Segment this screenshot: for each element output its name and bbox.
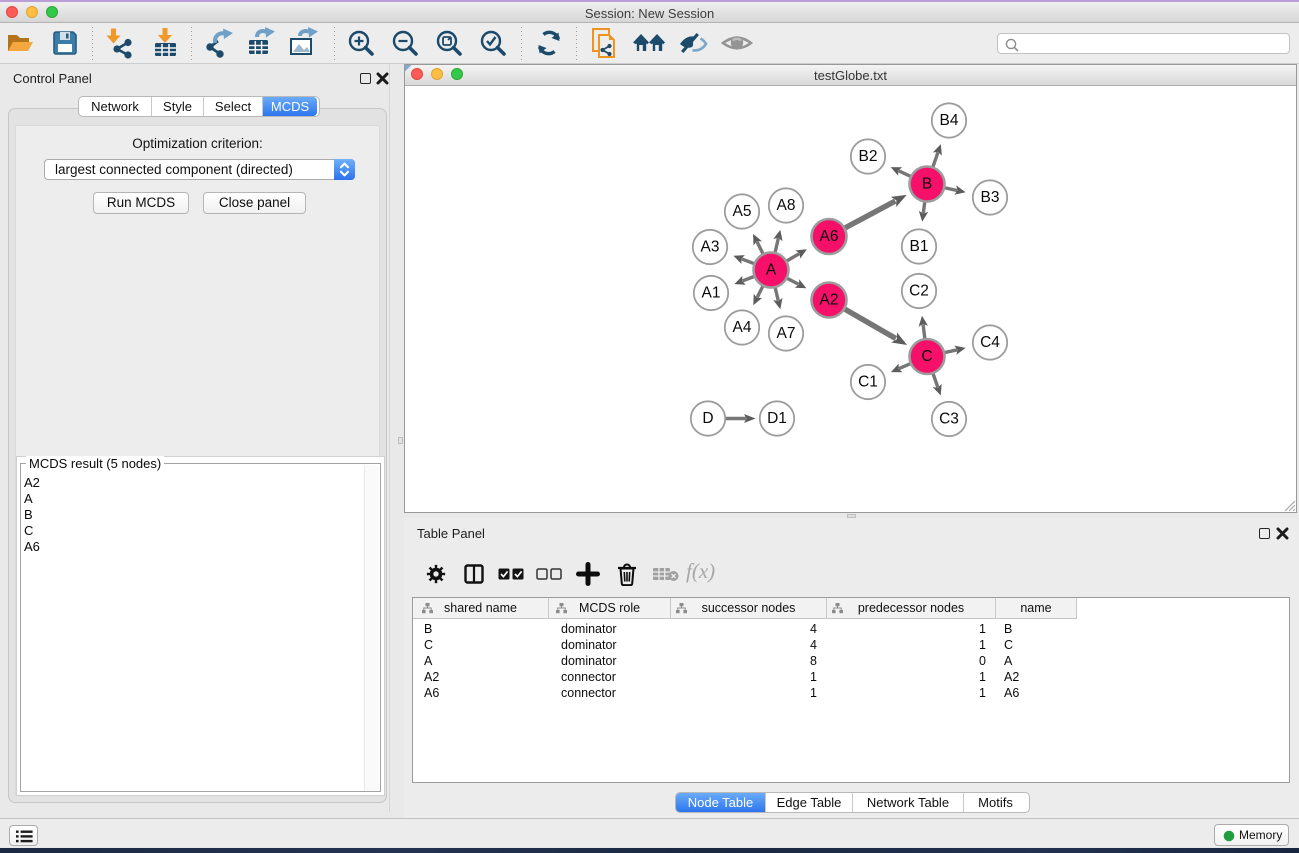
svg-text:A2: A2 xyxy=(820,292,839,309)
svg-text:B4: B4 xyxy=(940,112,959,129)
svg-text:C: C xyxy=(921,348,932,365)
svg-text:C2: C2 xyxy=(909,283,929,300)
svg-text:A4: A4 xyxy=(733,319,752,336)
svg-text:B3: B3 xyxy=(981,189,1000,206)
svg-text:B: B xyxy=(922,176,932,193)
svg-text:C3: C3 xyxy=(939,411,959,428)
svg-text:A5: A5 xyxy=(733,203,752,220)
svg-text:C4: C4 xyxy=(980,334,1000,351)
svg-text:A1: A1 xyxy=(702,285,721,302)
svg-text:A6: A6 xyxy=(820,228,839,245)
svg-text:A7: A7 xyxy=(777,325,796,342)
svg-text:A3: A3 xyxy=(701,239,720,256)
svg-text:D: D xyxy=(702,410,713,427)
svg-text:B1: B1 xyxy=(910,238,929,255)
svg-text:B2: B2 xyxy=(859,148,878,165)
svg-text:C1: C1 xyxy=(858,374,878,391)
svg-text:A8: A8 xyxy=(777,197,796,214)
svg-text:A: A xyxy=(766,262,777,279)
svg-text:D1: D1 xyxy=(767,410,787,427)
